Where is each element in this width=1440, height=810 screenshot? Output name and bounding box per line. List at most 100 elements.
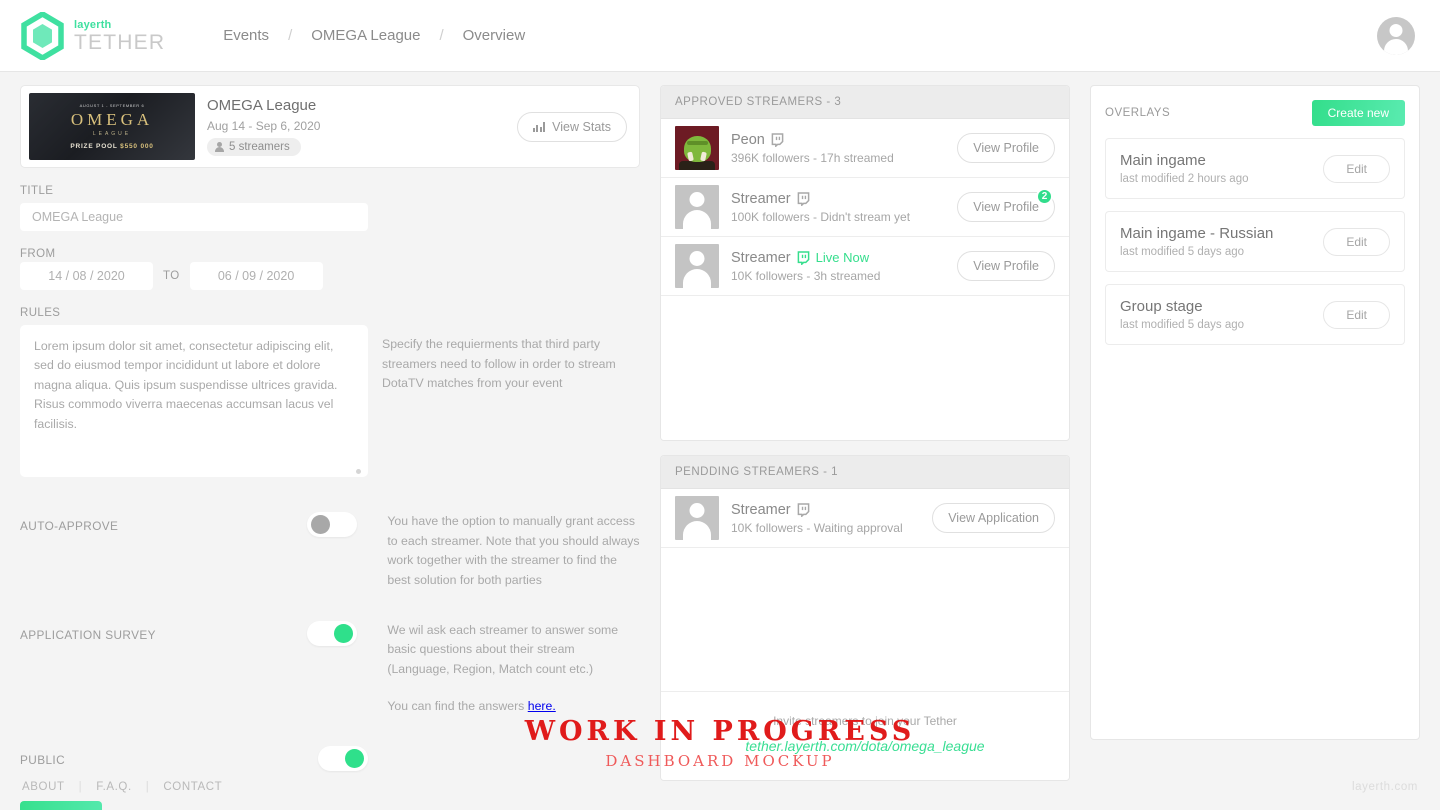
banner-prize-label: PRIZE POOL: [70, 143, 118, 150]
streamer-row: Peon 396K followers - 17h streamed View …: [661, 119, 1069, 178]
streamer-meta: Streamer 10K followers - Waiting approva…: [731, 502, 932, 535]
view-application-button[interactable]: View Application: [932, 503, 1055, 533]
setting-auto-approve: AUTO-APPROVE You have the option to manu…: [20, 512, 640, 591]
breadcrumb-item-overview[interactable]: Overview: [463, 27, 526, 44]
footer-link-contact[interactable]: CONTACT: [163, 781, 222, 793]
footer-link-faq[interactable]: F.A.Q.: [96, 781, 132, 793]
breadcrumb: Events / OMEGA League / Overview: [223, 27, 525, 44]
to-date-input[interactable]: [189, 262, 323, 290]
view-stats-label: View Stats: [552, 119, 611, 134]
overlay-text: Group stage last modified 5 days ago: [1120, 298, 1244, 331]
overlays-column: OVERLAYS Create new Main ingame last mod…: [1090, 85, 1420, 764]
rules-textarea-wrapper: Lorem ipsum dolor sit amet, consectetur …: [20, 325, 368, 482]
avatar-head-icon: [689, 192, 705, 207]
create-new-overlay-button[interactable]: Create new: [1311, 100, 1405, 126]
title-input[interactable]: [20, 203, 368, 231]
event-dates: Aug 14 - Sep 6, 2020: [207, 118, 321, 133]
event-settings-column: AUGUST 1 - SEPTEMBER 6 OMEGA LEAGUE PRIZ…: [20, 85, 640, 810]
overlay-item: Main ingame - Russian last modified 5 da…: [1105, 211, 1405, 272]
bar-chart-icon: [532, 121, 546, 132]
page-footer: ABOUT | F.A.Q. | CONTACT layerth.com: [0, 764, 1440, 810]
overlay-text: Main ingame - Russian last modified 5 da…: [1120, 225, 1273, 258]
breadcrumb-separator: /: [439, 27, 444, 44]
avatar-head-icon: [1389, 23, 1403, 37]
avatar-body-icon: [683, 521, 711, 540]
streamer-name-row: Streamer Live Now: [731, 250, 957, 266]
page-body: AUGUST 1 - SEPTEMBER 6 OMEGA LEAGUE PRIZ…: [0, 72, 1440, 810]
banner-title-text: OMEGA: [70, 110, 154, 129]
approved-panel-empty-space: [661, 296, 1069, 440]
auto-approve-help-text: You have the option to manually grant ac…: [387, 514, 640, 588]
overlay-modified: last modified 2 hours ago: [1120, 173, 1249, 185]
from-date-input[interactable]: [20, 262, 153, 290]
rules-row: Lorem ipsum dolor sit amet, consectetur …: [20, 325, 640, 482]
edit-overlay-button[interactable]: Edit: [1323, 300, 1390, 329]
toggle-knob: [311, 515, 331, 534]
banner-subtitle-text: LEAGUE: [92, 131, 132, 137]
app-header: layerth TETHER Events / OMEGA League / O…: [0, 0, 1440, 72]
footer-divider: |: [145, 781, 150, 793]
footer-link-about[interactable]: ABOUT: [22, 781, 65, 793]
setting-application-survey: APPLICATION SURVEY We wil ask each strea…: [20, 620, 640, 717]
view-profile-button[interactable]: View Profile: [957, 251, 1055, 281]
edit-overlay-button[interactable]: Edit: [1323, 154, 1390, 183]
auto-approve-label: AUTO-APPROVE: [20, 519, 119, 533]
event-title: OMEGA League: [207, 96, 317, 114]
streamer-stats: 100K followers - Didn't stream yet: [731, 209, 911, 224]
person-icon: [215, 141, 224, 152]
date-range-row: TO: [20, 262, 640, 290]
live-now-label: Live Now: [815, 250, 870, 265]
breadcrumb-separator: /: [288, 27, 293, 44]
approved-streamers-header: APPROVED STREAMERS - 3: [661, 86, 1069, 119]
rules-textarea[interactable]: Lorem ipsum dolor sit amet, consectetur …: [20, 325, 368, 477]
pending-streamers-panel: PENDDING STREAMERS - 1 Streamer 10K foll…: [660, 455, 1070, 781]
event-info: OMEGA League Aug 14 - Sep 6, 2020 5 stre…: [207, 97, 517, 157]
streamer-stats: 396K followers - 17h streamed: [731, 150, 894, 165]
application-survey-label: APPLICATION SURVEY: [20, 627, 156, 642]
avatar-body-icon: [683, 210, 711, 229]
overlay-modified: last modified 5 days ago: [1120, 246, 1245, 258]
approved-streamers-panel: APPROVED STREAMERS - 3 Peon 396K followe…: [660, 85, 1070, 441]
overlays-header: OVERLAYS Create new: [1105, 100, 1405, 126]
overlays-panel: OVERLAYS Create new Main ingame last mod…: [1090, 85, 1420, 740]
streamer-row: Streamer Live Now 10K followers - 3h str…: [661, 237, 1069, 296]
streamer-row: Streamer 10K followers - Waiting approva…: [661, 489, 1069, 548]
streamers-column: APPROVED STREAMERS - 3 Peon 396K followe…: [660, 85, 1070, 781]
textarea-resize-handle[interactable]: [356, 469, 361, 474]
pending-panel-empty-space: [661, 548, 1069, 691]
invite-link[interactable]: tether.layerth.com/dota/omega_league: [745, 738, 984, 754]
logo[interactable]: layerth TETHER: [20, 10, 166, 61]
streamer-meta: Peon 396K followers - 17h streamed: [731, 132, 957, 165]
logo-top-text: layerth: [74, 19, 112, 31]
streamers-count-label: 5 streamers: [229, 140, 290, 153]
streamer-meta: Streamer 100K followers - Didn't stream …: [731, 191, 957, 224]
overlay-item: Main ingame last modified 2 hours ago Ed…: [1105, 138, 1405, 199]
logo-bottom-text: TETHER: [74, 31, 166, 54]
twitch-icon-live: [797, 250, 810, 266]
avatar-head-icon: [689, 503, 705, 518]
answers-link[interactable]: here.: [528, 699, 556, 713]
avatar-head-icon: [689, 251, 705, 266]
streamer-name: Peon: [731, 131, 765, 148]
edit-overlay-button[interactable]: Edit: [1323, 227, 1390, 256]
streamers-count-chip: 5 streamers: [207, 137, 301, 156]
streamer-name-row: Peon: [731, 132, 957, 148]
application-survey-toggle[interactable]: [307, 620, 358, 646]
twitch-icon: [797, 502, 810, 518]
auto-approve-toggle[interactable]: [307, 512, 358, 537]
banner-prize-text: PRIZE POOL $550 000: [70, 143, 153, 150]
breadcrumb-item-events[interactable]: Events: [223, 27, 269, 44]
user-avatar[interactable]: [1377, 16, 1415, 55]
streamer-stats: 10K followers - 3h streamed: [731, 268, 881, 283]
to-field-label: TO: [163, 270, 180, 282]
from-field-label: FROM: [20, 248, 56, 260]
view-profile-button[interactable]: View Profile: [957, 133, 1055, 163]
application-survey-answers-line: You can find the answers here.: [387, 697, 640, 717]
twitch-icon: [797, 191, 810, 207]
view-stats-button[interactable]: View Stats: [516, 111, 627, 142]
overlay-item: Group stage last modified 5 days ago Edi…: [1105, 284, 1405, 345]
streamer-avatar-placeholder: [675, 185, 719, 229]
pending-streamers-header: PENDDING STREAMERS - 1: [661, 456, 1069, 489]
breadcrumb-item-omega-league[interactable]: OMEGA League: [311, 27, 420, 44]
event-summary-card: AUGUST 1 - SEPTEMBER 6 OMEGA LEAGUE PRIZ…: [20, 85, 640, 168]
